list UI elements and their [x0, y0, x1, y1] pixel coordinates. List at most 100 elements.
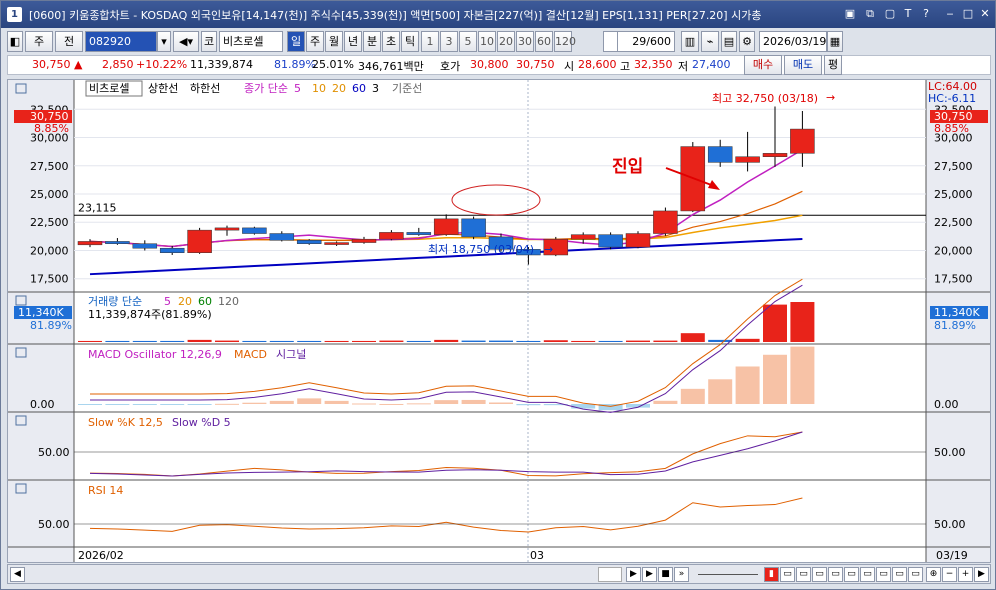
interval-button[interactable]: 일 [287, 31, 305, 52]
indicator-icon[interactable]: ⌁ [701, 31, 719, 52]
macd-osc-bar [215, 403, 239, 405]
volume-bar [461, 340, 486, 342]
high-note: 최고 32,750 (03/18) [712, 92, 818, 105]
quote-bar: 30,750 ▲ 2,850 +10.22% 11,339,874 81.89%… [7, 55, 991, 75]
turnover-rate: 25.01% [312, 58, 354, 71]
volume-rate-right: 81.89% [934, 319, 976, 332]
volume-bar [489, 340, 513, 342]
tick-button[interactable]: 5 [459, 31, 477, 52]
view5-icon[interactable]: ▭ [828, 567, 843, 582]
interval-button[interactable]: 월 [325, 31, 343, 52]
stock-name-field[interactable]: 비츠로셀 [219, 31, 283, 52]
candle-body [351, 238, 377, 243]
view2-icon[interactable]: ▭ [780, 567, 795, 582]
volume-bar [626, 340, 650, 342]
interval-button[interactable]: 년 [344, 31, 362, 52]
stop-icon[interactable]: ■ [658, 567, 673, 582]
view10-icon[interactable]: ▭ [908, 567, 923, 582]
volume-bar [242, 340, 267, 342]
tick-button[interactable]: 30 [516, 31, 534, 52]
volume-bar [516, 340, 541, 342]
save-icon[interactable]: ▤ [721, 31, 737, 52]
volume-bar [680, 333, 705, 342]
current-rate-right: 8.85% [934, 122, 969, 135]
candle-type-icon[interactable]: ▥ [681, 31, 699, 52]
low-label: 저 [678, 60, 689, 73]
view8-icon[interactable]: ▭ [876, 567, 891, 582]
play-icon[interactable]: ▶ [642, 567, 657, 582]
interval-button[interactable]: 초 [382, 31, 400, 52]
volume-bar [269, 340, 294, 342]
calendar-icon[interactable]: ▦ [827, 31, 843, 52]
zoom-out-icon[interactable]: − [942, 567, 957, 582]
volume-bar [105, 340, 130, 342]
interval-button[interactable]: 분 [363, 31, 381, 52]
maximize-icon[interactable]: □ [961, 7, 975, 21]
candle-body [762, 153, 788, 157]
tick-button[interactable]: 120 [554, 31, 576, 52]
candle-body [406, 232, 432, 235]
settings-gear-icon[interactable]: ⚙ [739, 31, 755, 52]
link-icon[interactable]: ⧉ [863, 7, 877, 21]
open-price: 28,600 [578, 58, 617, 71]
minimize-icon[interactable]: ‒ [943, 7, 957, 21]
volume-bar [215, 340, 239, 342]
ask-price: 30,800 [470, 58, 509, 71]
font-icon[interactable]: T [901, 7, 915, 21]
count-field[interactable]: 29/600 [617, 31, 675, 52]
view4-icon[interactable]: ▭ [812, 567, 827, 582]
macd-osc-bar [516, 404, 541, 406]
entry-annotation: 진입 [612, 157, 643, 177]
view6-icon[interactable]: ▭ [844, 567, 859, 582]
volume-bar [352, 340, 376, 342]
interval-button[interactable]: 주 [306, 31, 324, 52]
date-input[interactable]: 2026/03/19 [759, 31, 827, 52]
scroll-thumb[interactable] [598, 567, 622, 582]
candle-body [790, 128, 815, 154]
zoom-in-icon[interactable]: + [958, 567, 973, 582]
lock-icon[interactable]: ▢ [883, 7, 897, 21]
period-week-select[interactable]: 주 [25, 31, 53, 52]
volume-ma60: 60 [198, 295, 212, 308]
candle-view-icon[interactable]: ▮ [764, 567, 779, 582]
interval-button[interactable]: 틱 [401, 31, 419, 52]
tick-button[interactable]: 20 [497, 31, 515, 52]
volume-bar [543, 340, 568, 342]
buy-button[interactable]: 매수 [744, 55, 782, 75]
volume-bar [653, 340, 678, 342]
macd-osc-bar [680, 388, 705, 404]
dropdown-arrow-icon[interactable]: ▾ [157, 31, 171, 52]
sound-icon[interactable]: ◀▾ [173, 31, 199, 52]
scroll-left-icon[interactable]: ◀ [10, 567, 25, 582]
scroll-right-icon[interactable]: ▶ [974, 567, 989, 582]
zoom-slider[interactable] [698, 574, 758, 575]
market-button[interactable]: 코 [201, 31, 217, 52]
close-icon[interactable]: ✕ [978, 7, 992, 21]
volume-ma5: 5 [164, 295, 171, 308]
eval-button[interactable]: 평 [824, 55, 842, 75]
view9-icon[interactable]: ▭ [892, 567, 907, 582]
volume-bar [324, 340, 349, 342]
app-icon[interactable]: 1 [7, 7, 22, 22]
tick-button[interactable]: 1 [421, 31, 439, 52]
volume-bar [598, 340, 623, 342]
restore-icon[interactable]: ▣ [843, 7, 857, 21]
prev-button[interactable]: 전 [55, 31, 83, 52]
ask-label: 호가 [440, 60, 461, 73]
view3-icon[interactable]: ▭ [796, 567, 811, 582]
chart-svg[interactable]: 32,500 32,50030,000 30,00027,500 27,50025,0… [8, 80, 990, 562]
chart-area[interactable]: 32,500 32,500 30,000 30,000 27,500 27,500 25,0… [7, 79, 991, 563]
stock-code-input[interactable]: 082920 [85, 31, 157, 52]
y-tick-label-right: 17,500 [934, 273, 973, 286]
play-prev-icon[interactable]: ▶ [626, 567, 641, 582]
tick-button[interactable]: 60 [535, 31, 553, 52]
zoom-icon[interactable]: ⊕ [926, 567, 941, 582]
help-icon[interactable]: ? [919, 7, 933, 21]
tick-button[interactable]: 10 [478, 31, 496, 52]
sell-button[interactable]: 매도 [784, 55, 822, 75]
macd-legend: MACD Oscillator 12,26,9 [88, 348, 222, 361]
tick-button[interactable]: 3 [440, 31, 458, 52]
view7-icon[interactable]: ▭ [860, 567, 875, 582]
fast-forward-icon[interactable]: » [674, 567, 689, 582]
layout-icon[interactable]: ◧ [7, 31, 23, 52]
